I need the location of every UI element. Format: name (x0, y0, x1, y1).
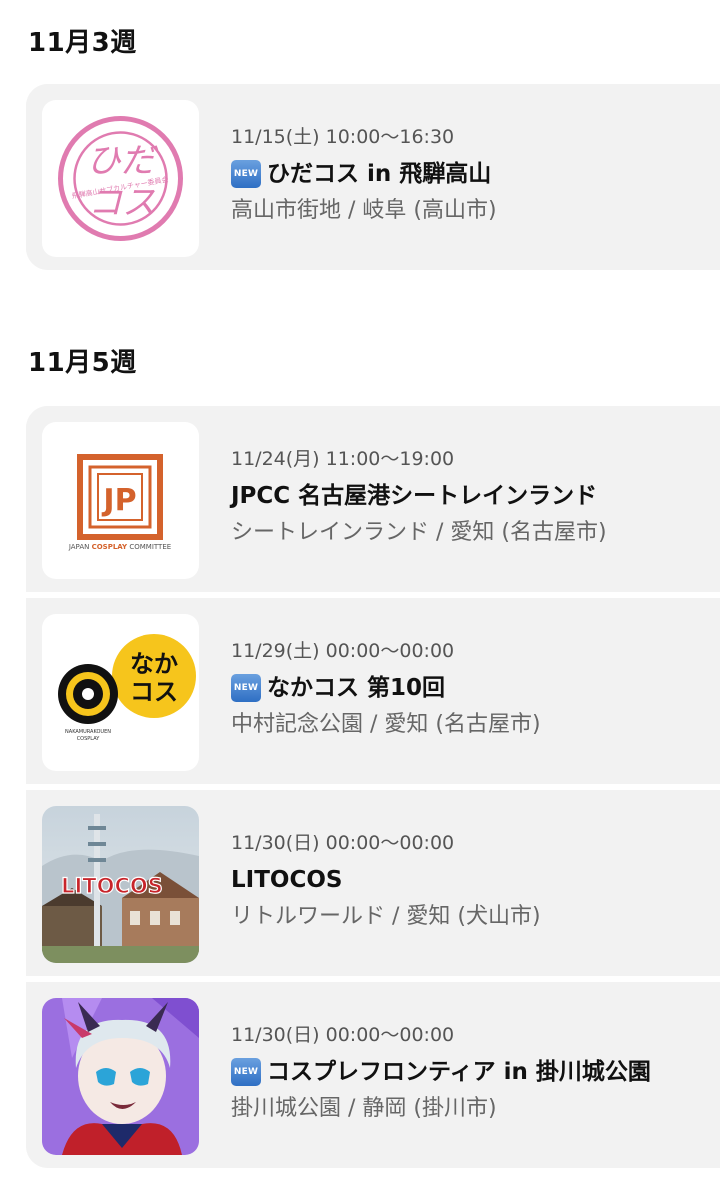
litocos-sign-text: LITOCOS (61, 874, 163, 898)
event-title: なかコス 第10回 (267, 675, 446, 701)
event-venue: リトルワールド / 愛知 (犬山市) (231, 904, 541, 929)
event-title: コスプレフロンティア in 掛川城公園 (267, 1059, 651, 1085)
event-title-row[interactable]: JPCC 名古屋港シートレインランド (231, 478, 712, 514)
event-date: 11/30(日) 00:00〜00:00 (231, 832, 455, 854)
litocos-photo-icon: LITOCOS (42, 806, 199, 963)
event-date: 11/15(土) 10:00〜16:30 (231, 126, 455, 148)
event-date: 11/30(日) 00:00〜00:00 (231, 1024, 455, 1046)
new-badge-icon: NEW (231, 1058, 261, 1086)
event-date: 11/29(土) 00:00〜00:00 (231, 640, 455, 662)
event-title: ひだコス in 飛騨高山 (267, 161, 492, 187)
event-card[interactable]: 11/30(日) 00:00〜00:00 NEW コスプレフロンティア in 掛… (26, 976, 720, 1168)
event-info: 11/24(月) 11:00〜19:00 JPCC 名古屋港シートレインランド … (231, 446, 712, 550)
event-info: 11/30(日) 00:00〜00:00 NEW コスプレフロンティア in 掛… (231, 1022, 712, 1126)
event-title: JPCC 名古屋港シートレインランド (231, 483, 598, 509)
event-title: LITOCOS (231, 867, 343, 893)
jpcc-logo-mark: JP (101, 483, 136, 518)
event-date: 11/24(月) 11:00〜19:00 (231, 448, 455, 470)
nakakos-logo-ring-2: COSPLAY (77, 736, 101, 742)
event-info: 11/15(土) 10:00〜16:30 NEW ひだコス in 飛騨高山 高山… (231, 124, 712, 228)
week-heading: 11月5週 (28, 348, 137, 378)
nakakos-logo-ring-1: NAKAMURAKOUEN (65, 729, 111, 735)
event-title-row[interactable]: NEW ひだコス in 飛騨高山 (231, 156, 712, 192)
event-title-row[interactable]: NEW なかコス 第10回 (231, 670, 712, 706)
event-group: JP JAPAN COSPLAY COMMITTEE 11/24(月) 11:0… (26, 406, 720, 1168)
event-card[interactable]: なか コス NAKAMURAKOUEN COSPLAY 11/29(土) 00:… (26, 592, 720, 784)
event-venue: 掛川城公園 / 静岡 (掛川市) (231, 1096, 497, 1121)
event-info: 11/30(日) 00:00〜00:00 LITOCOS リトルワールド / 愛… (231, 830, 712, 934)
event-title-row[interactable]: LITOCOS (231, 862, 712, 898)
event-venue: 高山市街地 / 岐阜 (高山市) (231, 198, 497, 223)
event-info: 11/29(土) 00:00〜00:00 NEW なかコス 第10回 中村記念公… (231, 638, 712, 742)
new-badge-icon: NEW (231, 674, 261, 702)
nakakos-logo-icon: なか コス NAKAMURAKOUEN COSPLAY (42, 614, 199, 771)
event-card[interactable]: ひだ コス 飛騨高山サブカルチャー委員会 11/15(土) 10:00〜16:3… (26, 84, 720, 270)
event-venue: 中村記念公園 / 愛知 (名古屋市) (231, 712, 541, 737)
event-title-row[interactable]: NEW コスプレフロンティア in 掛川城公園 (231, 1054, 712, 1090)
event-venue: シートレインランド / 愛知 (名古屋市) (231, 520, 607, 545)
event-group: ひだ コス 飛騨高山サブカルチャー委員会 11/15(土) 10:00〜16:3… (26, 84, 720, 270)
nakakos-logo-text-2: コス (130, 678, 178, 706)
jpcc-logo-icon: JP JAPAN COSPLAY COMMITTEE (42, 422, 199, 579)
nakakos-logo-text-1: なか (130, 650, 178, 678)
hidakos-logo-icon: ひだ コス 飛騨高山サブカルチャー委員会 (42, 100, 199, 257)
event-card[interactable]: JP JAPAN COSPLAY COMMITTEE 11/24(月) 11:0… (26, 406, 720, 592)
week-heading: 11月3週 (28, 28, 137, 58)
hidakos-logo-text-1: ひだ (87, 141, 159, 181)
cosplay-frontier-illustration-icon (42, 998, 199, 1155)
new-badge-icon: NEW (231, 160, 261, 188)
jpcc-logo-caption: JAPAN COSPLAY COMMITTEE (68, 543, 171, 551)
event-card[interactable]: LITOCOS 11/30(日) 00:00〜00:00 LITOCOS リトル… (26, 784, 720, 976)
